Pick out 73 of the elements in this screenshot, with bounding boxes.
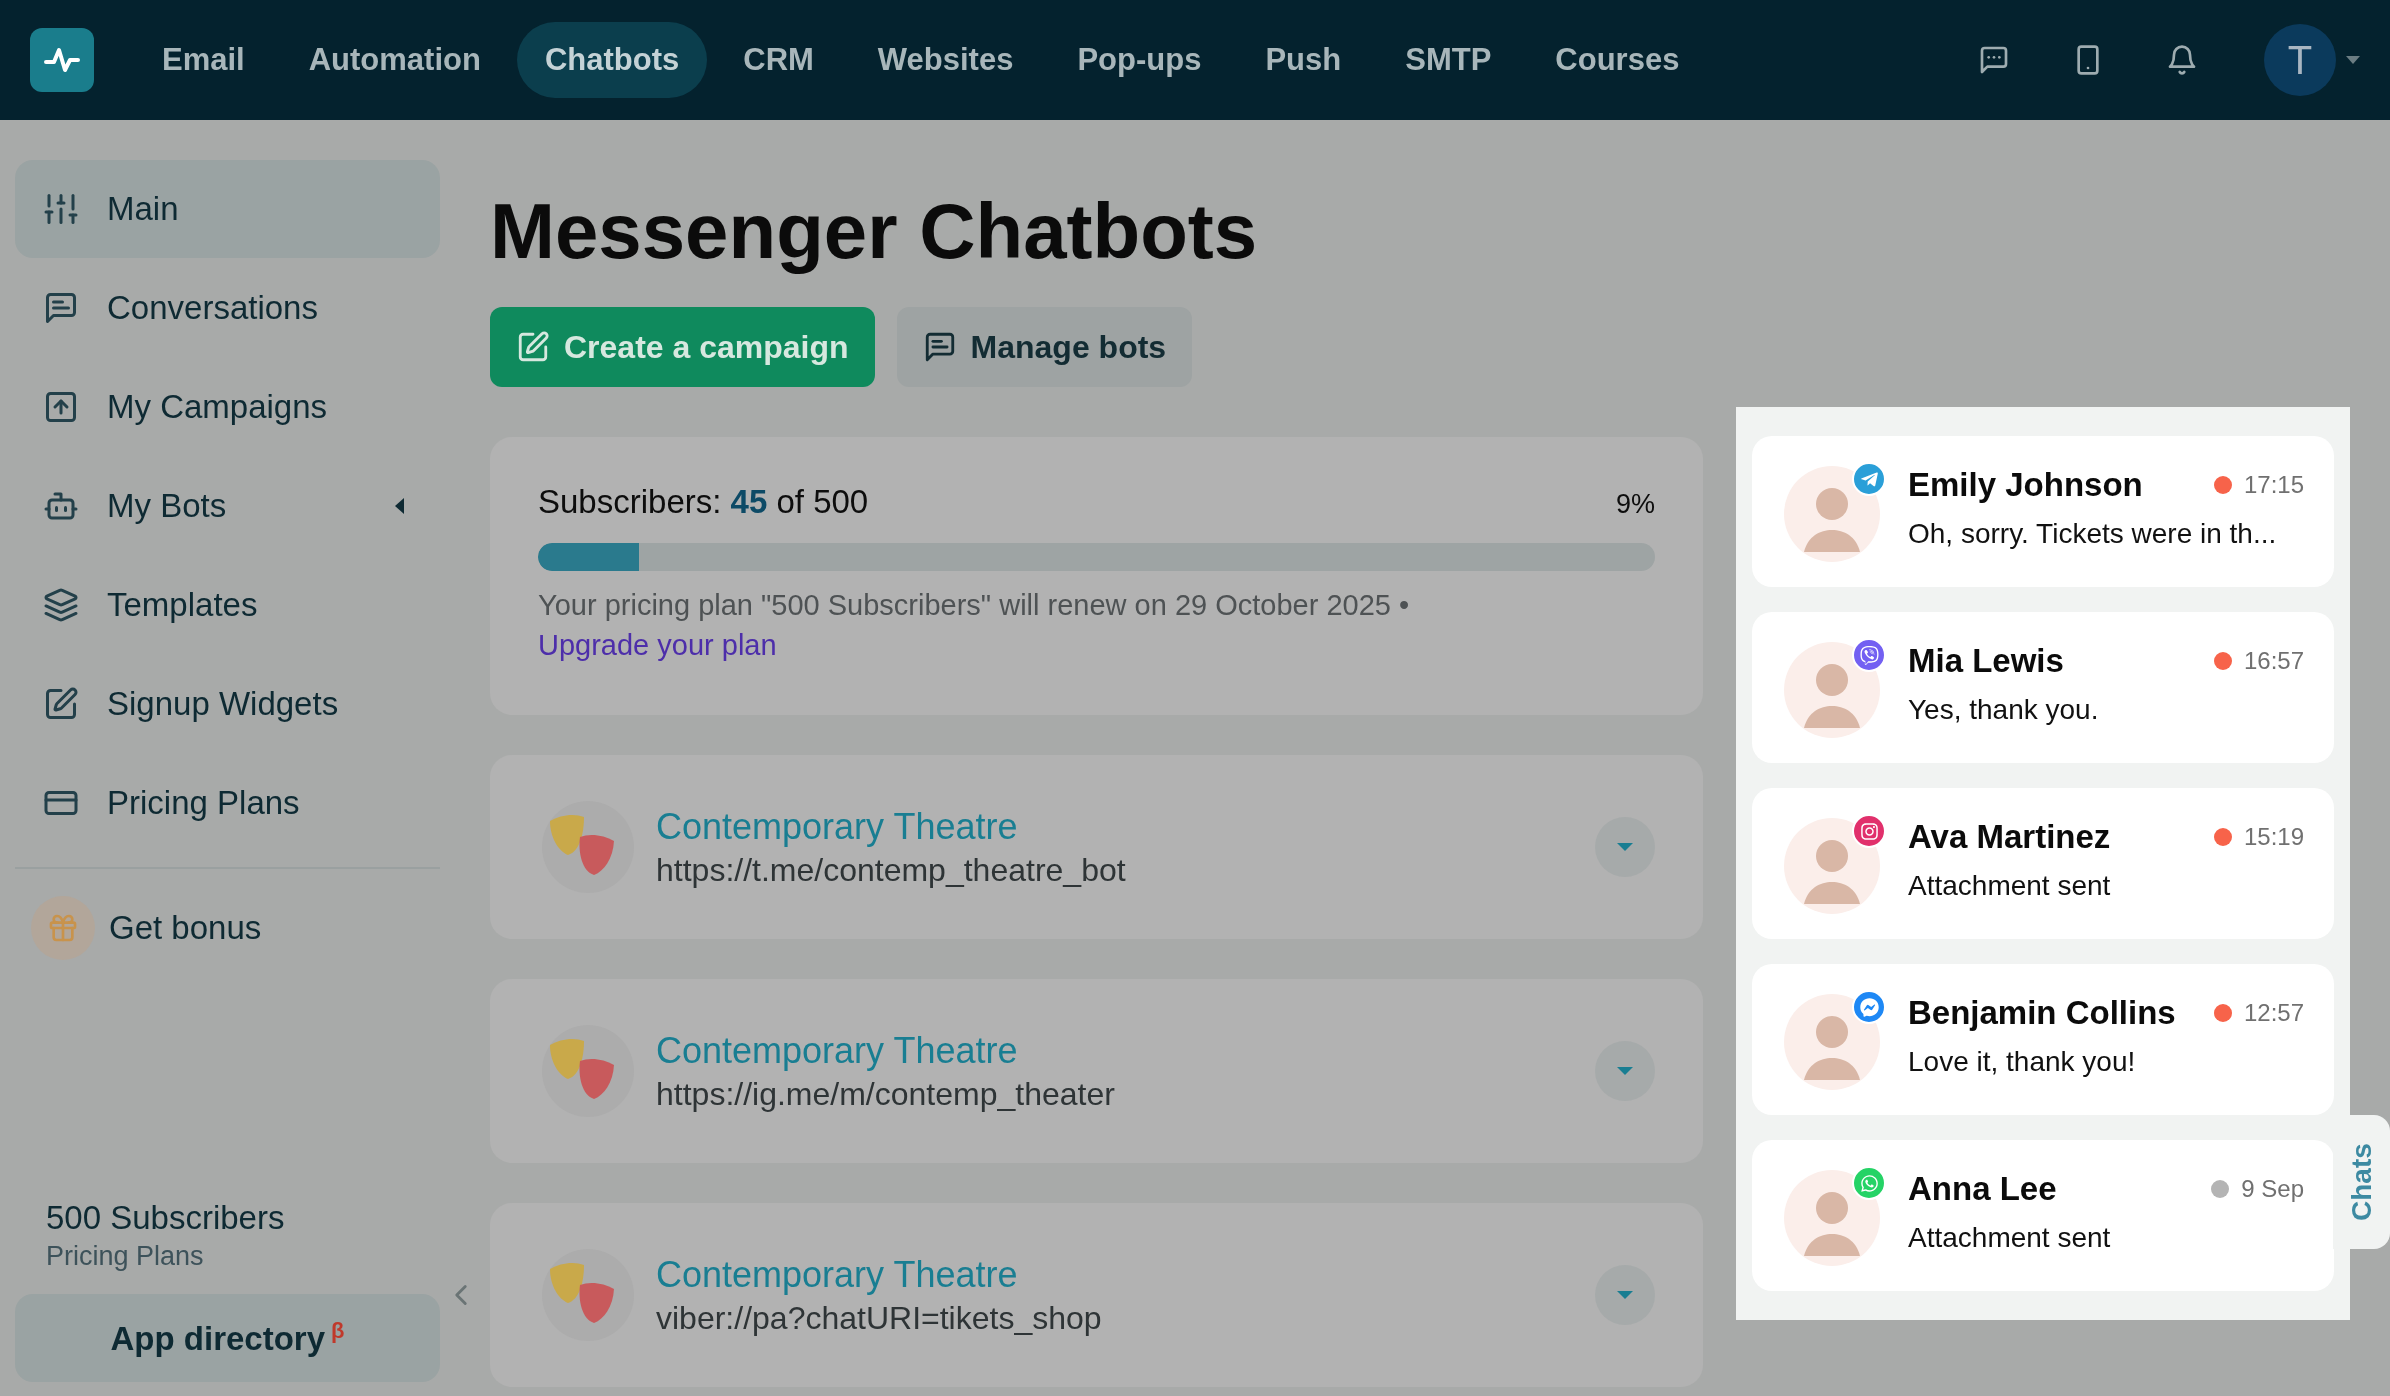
sidebar-item-label: Main — [107, 190, 179, 228]
sidebar-item[interactable]: Main — [15, 160, 440, 258]
message-preview: Oh, sorry. Tickets were in th... — [1908, 518, 2278, 550]
chat-card[interactable]: Ava Martinez 15:19 Attachment sent — [1752, 788, 2334, 939]
nav-tab[interactable]: Push — [1237, 22, 1370, 98]
message-preview: Love it, thank you! — [1908, 1046, 2137, 1078]
manage-bots-button[interactable]: Manage bots — [896, 307, 1193, 387]
sidebar-item-label: Signup Widgets — [107, 685, 339, 723]
theater-masks-icon — [540, 1247, 636, 1343]
contact-name: Emily Johnson — [1908, 466, 2143, 504]
plan-name: 500 Subscribers — [46, 1199, 286, 1237]
chat-card[interactable]: Anna Lee 9 Sep Attachment sent — [1752, 1140, 2334, 1291]
message-time: 16:57 — [2243, 647, 2304, 675]
nav-tab[interactable]: CRM — [715, 22, 842, 98]
sidebar-item[interactable]: Signup Widgets — [15, 655, 440, 753]
percent-label: 9% — [1615, 489, 1655, 520]
upgrade-link[interactable]: Upgrade your plan — [538, 629, 777, 661]
message-time: 12:57 — [2243, 999, 2304, 1027]
bell-icon[interactable] — [2166, 44, 2198, 76]
bot-url: https://t.me/contemp_theatre_bot — [656, 851, 1126, 889]
message-time: 17:15 — [2243, 471, 2304, 499]
chat-card[interactable]: Benjamin Collins 12:57 Love it, thank you! — [1752, 964, 2334, 1115]
page-title: Messenger Chatbots — [490, 186, 1259, 277]
message-preview: Attachment sent — [1908, 870, 2112, 902]
message-time: 9 Sep — [2241, 1175, 2304, 1203]
caret-icon[interactable] — [2346, 56, 2360, 64]
app-directory-button[interactable]: App directory$^{β}$ — [15, 1294, 440, 1382]
upload-icon — [43, 389, 79, 425]
theater-masks-icon — [540, 1023, 636, 1119]
create-campaign-button[interactable]: Create a campaign — [490, 307, 875, 387]
sidebar-item[interactable]: Templates — [15, 556, 440, 654]
message-preview: Yes, thank you. — [1908, 694, 2100, 726]
layers-icon — [43, 587, 79, 623]
contact-name: Anna Lee — [1908, 1170, 2057, 1208]
sidebar-item[interactable]: Pricing Plans — [15, 754, 440, 852]
user-avatar[interactable]: T — [2264, 24, 2336, 96]
chat-card[interactable]: Mia Lewis 16:57 Yes, thank you. — [1752, 612, 2334, 763]
sidebar-item-label: Pricing Plans — [107, 784, 300, 822]
pricing-plans-link[interactable]: Pricing Plans — [46, 1241, 440, 1272]
message-time: 15:19 — [2243, 823, 2304, 851]
nav-tab[interactable]: Websites — [849, 22, 1042, 98]
nav-tab[interactable]: Email — [134, 22, 273, 98]
sidebar-item-label: Templates — [107, 586, 258, 624]
sidebar-item-label: My Campaigns — [107, 388, 328, 426]
subscribers-count: Subscribers: 45 of 500 — [538, 483, 869, 521]
caret-icon[interactable] — [395, 498, 404, 514]
edit-icon — [43, 686, 79, 722]
message-icon — [43, 290, 79, 326]
renewal-note: Your pricing plan "500 Subscribers" will renew on 29 October 2025 • Upgrade your plan — [538, 588, 1411, 663]
sliders-icon — [43, 191, 79, 227]
contact-name: Benjamin Collins — [1908, 994, 2176, 1032]
sidebar-item-label: Conversations — [107, 289, 318, 327]
nav-tab[interactable]: Automation — [280, 22, 509, 98]
sidebar-item[interactable]: My Bots — [15, 457, 440, 555]
sidebar-item[interactable]: Conversations — [15, 259, 440, 357]
bot-url: viber://pa?chatURI=tikets_shop — [656, 1299, 1102, 1337]
chat-card[interactable]: Emily Johnson 17:15 Oh, sorry. Tickets were in th... — [1752, 436, 2334, 587]
nav-tab[interactable]: Pop-ups — [1049, 22, 1230, 98]
sidebar-item-label: My Bots — [107, 487, 227, 525]
nav-tab[interactable]: Chatbots — [516, 22, 708, 98]
logo-icon[interactable] — [30, 28, 94, 92]
chats-tab[interactable]: Chats — [2333, 1115, 2390, 1249]
contact-name: Mia Lewis — [1908, 642, 2064, 680]
sidebar-item[interactable]: My Campaigns — [15, 358, 440, 456]
contact-name: Ava Martinez — [1908, 818, 2111, 856]
edit-icon — [516, 330, 550, 364]
bot-url: https://ig.me/m/contemp_theater — [656, 1075, 1115, 1113]
chat-icon[interactable] — [1978, 44, 2010, 76]
message-preview: Attachment sent — [1908, 1222, 2112, 1254]
nav-tab[interactable]: Courses — [1527, 22, 1708, 98]
nav-tab[interactable]: SMTP — [1377, 22, 1520, 98]
bonus-link[interactable]: Get bonus — [109, 909, 262, 947]
theater-masks-icon — [540, 799, 636, 895]
